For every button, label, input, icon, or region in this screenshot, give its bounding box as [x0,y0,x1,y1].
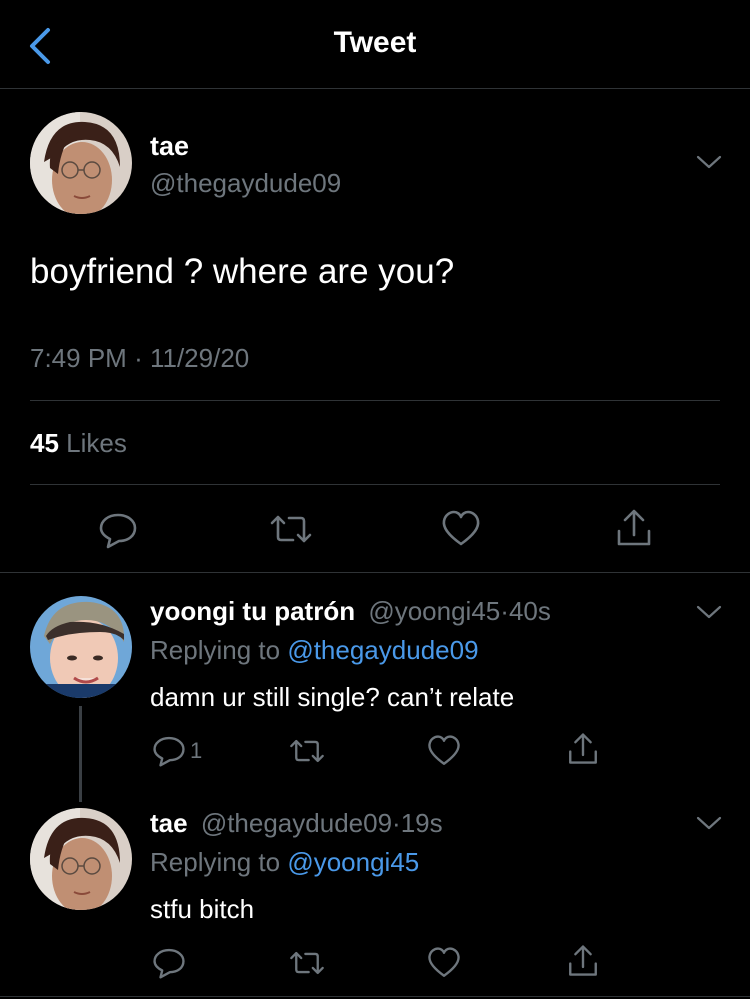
likes-count: 45 [30,428,59,458]
reply-time: 19s [400,808,443,838]
page-title: Tweet [333,26,417,59]
reply-time: 40s [508,596,551,626]
share-icon[interactable] [566,943,600,979]
reply-time-separator: · [500,596,509,626]
divider [0,572,750,573]
divider [30,400,720,401]
reply-text: stfu bitch [150,894,255,924]
header-bar: Tweet [0,0,750,89]
tweet-date: 11/29/20 [149,343,250,373]
timestamp-separator: · [134,343,143,373]
replying-to-line: Replying to @thegaydude09 [150,635,479,666]
reply-time-separator: · [392,808,401,838]
tweet-text: boyfriend ? where are you? [30,252,455,291]
reply-header: tae @thegaydude09·19s [150,808,443,839]
avatar[interactable] [30,808,132,910]
likes-summary[interactable]: 45 Likes [30,428,127,459]
reply-count: 1 [190,738,203,763]
tweet-time: 7:49 PM [30,343,127,373]
replying-to-handle[interactable]: @yoongi45 [287,847,419,877]
reply-author-name[interactable]: yoongi tu patrón [150,596,355,626]
reply-author-handle[interactable]: @yoongi45 [368,596,500,626]
tweet-timestamp[interactable]: 7:49 PM · 11/29/20 [30,343,249,374]
divider [30,484,720,485]
share-icon[interactable] [566,731,600,767]
like-icon[interactable] [427,946,461,980]
like-icon[interactable] [441,509,481,549]
chevron-down-icon[interactable] [694,602,724,622]
author-name[interactable]: tae [150,131,189,162]
like-icon[interactable] [427,734,461,768]
thread-line [79,706,82,802]
avatar[interactable] [30,112,132,214]
reply-icon[interactable] [152,733,186,767]
share-icon[interactable] [614,507,654,549]
chevron-down-icon[interactable] [694,813,724,833]
replying-to-label: Replying to [150,847,281,877]
reply-header: yoongi tu patrón @yoongi45·40s [150,596,551,627]
reply-author-name[interactable]: tae [150,808,188,838]
avatar[interactable] [30,596,132,698]
reply-text: damn ur still single? can’t relate [150,682,515,712]
reply-icon[interactable] [98,509,138,549]
divider [0,996,750,997]
chevron-down-icon[interactable] [694,152,724,172]
likes-label: Likes [66,428,127,458]
replying-to-label: Replying to [150,635,281,665]
retweet-icon[interactable] [268,509,314,549]
retweet-icon[interactable] [288,946,326,980]
replying-to-line: Replying to @yoongi45 [150,847,419,878]
retweet-icon[interactable] [288,734,326,768]
reply-author-handle[interactable]: @thegaydude09 [201,808,392,838]
reply-icon[interactable] [152,945,186,979]
replying-to-handle[interactable]: @thegaydude09 [287,635,478,665]
author-handle[interactable]: @thegaydude09 [150,168,341,199]
